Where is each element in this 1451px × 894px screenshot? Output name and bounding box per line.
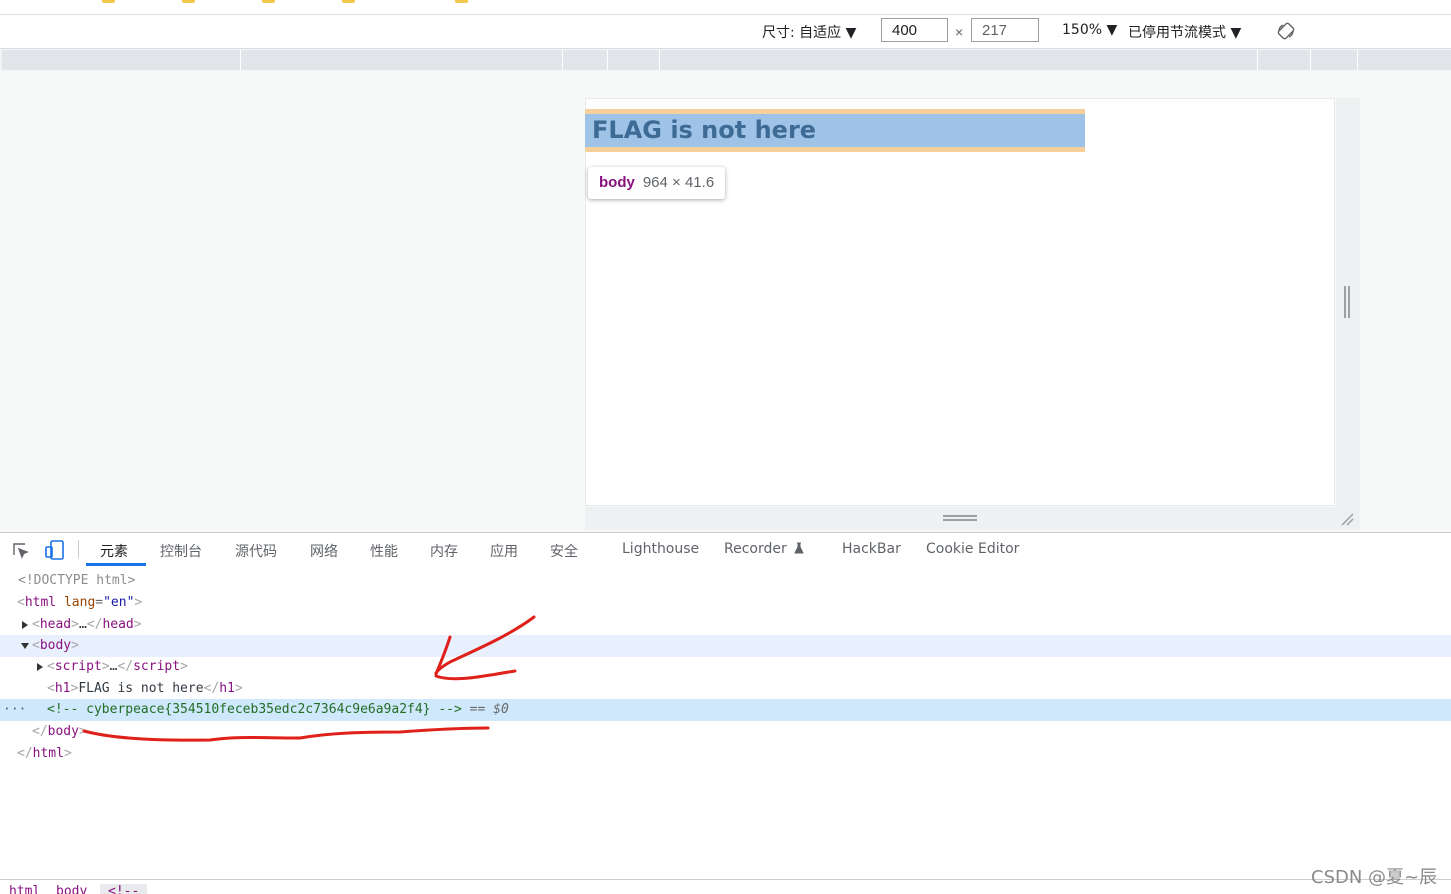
lang-attr: lang	[63, 595, 96, 610]
active-tab-indicator	[86, 563, 146, 566]
selected-marker: == $0	[469, 702, 509, 717]
flask-icon	[793, 542, 804, 554]
script-tag: script	[54, 659, 102, 674]
folder-icon[interactable]	[102, 0, 115, 3]
tab-memory[interactable]: 内存	[430, 541, 458, 561]
resize-handle-vertical[interactable]	[1344, 286, 1350, 318]
tab-performance[interactable]: 性能	[370, 541, 398, 561]
dimensions-dropdown[interactable]: 尺寸: 自适应 ▼	[762, 22, 856, 42]
doctype-text: <!DOCTYPE html>	[18, 573, 136, 588]
tab-console[interactable]: 控制台	[160, 541, 202, 561]
elements-panel: <!DOCTYPE html> <html lang="en"> <head>……	[0, 567, 1451, 879]
tab-application[interactable]: 应用	[490, 541, 518, 561]
tab-security[interactable]: 安全	[550, 541, 578, 561]
folder-icon[interactable]	[262, 0, 275, 3]
dom-node-body[interactable]: <body>	[0, 635, 1451, 657]
h1-tag: h1	[54, 681, 71, 696]
more-options-icon[interactable]: ···	[3, 699, 26, 721]
devtools-tab-bar: 元素 控制台 源代码 网络 性能 内存 应用 安全 Lighthouse Rec…	[0, 532, 1451, 568]
watermark: CSDN @夏~辰	[1311, 867, 1438, 888]
tab-network[interactable]: 网络	[310, 541, 338, 561]
dom-node-script[interactable]: <script>…</script>	[0, 656, 1451, 678]
html-tag: html	[24, 595, 57, 610]
h1-text: FLAG is not here	[78, 681, 204, 696]
html-close-tag: html	[32, 746, 64, 761]
times-sign: ×	[955, 24, 964, 40]
rotate-icon[interactable]	[1276, 21, 1296, 41]
page-heading[interactable]: FLAG is not here	[592, 114, 816, 147]
device-toolbar: 尺寸: 自适应 ▼ 400 × 217 150% ▼ 已停用节流模式 ▼	[0, 15, 1451, 49]
expand-triangle-icon[interactable]	[37, 663, 43, 671]
inspect-element-icon[interactable]	[11, 541, 31, 561]
bookmark-bar	[0, 0, 1451, 15]
comment-text: <!-- cyberpeace{354510feceb35edc2c7364c9…	[47, 702, 462, 717]
body-tag: body	[39, 638, 72, 653]
dom-node-h1[interactable]: <h1>FLAG is not here</h1>	[0, 678, 1451, 700]
width-input[interactable]: 400	[881, 18, 948, 42]
head-tag: head	[39, 617, 72, 632]
body-close-tag: body	[47, 724, 79, 739]
dom-node-body-close[interactable]: </body>	[0, 721, 1451, 743]
folder-icon[interactable]	[342, 0, 355, 3]
throttle-dropdown[interactable]: 已停用节流模式 ▼	[1128, 22, 1241, 42]
folder-icon[interactable]	[455, 0, 468, 3]
tab-elements[interactable]: 元素	[100, 541, 128, 561]
dom-node-comment[interactable]: ··· <!-- cyberpeace{354510feceb35edc2c736…	[0, 699, 1451, 721]
resize-handle-horizontal[interactable]	[943, 515, 977, 521]
collapse-triangle-icon[interactable]	[21, 643, 29, 649]
dom-node-doctype[interactable]: <!DOCTYPE html>	[0, 570, 1451, 592]
expand-triangle-icon[interactable]	[22, 621, 28, 629]
lang-value: "en"	[103, 595, 135, 610]
inspect-tooltip: body 964 × 41.6	[588, 167, 726, 199]
folder-icon[interactable]	[182, 0, 195, 3]
script-close-tag: script	[133, 659, 181, 674]
tab-hackbar[interactable]: HackBar	[842, 541, 901, 557]
collapsed-ellipsis: …	[78, 617, 87, 632]
h1-close-tag: h1	[219, 681, 235, 696]
tab-recorder-label: Recorder	[724, 541, 787, 557]
zoom-dropdown[interactable]: 150% ▼	[1062, 22, 1117, 38]
tooltip-dimensions: 964 × 41.6	[642, 174, 715, 191]
height-input[interactable]: 217	[971, 18, 1039, 42]
dom-node-html-close[interactable]: </html>	[0, 743, 1451, 765]
tab-sources[interactable]: 源代码	[235, 541, 277, 561]
tab-cookie-editor[interactable]: Cookie Editor	[926, 541, 1019, 557]
dom-node-head[interactable]: <head>…</head>	[0, 614, 1451, 636]
breadcrumb: html body <!--	[0, 879, 1451, 894]
tooltip-tag: body	[599, 174, 635, 191]
dom-node-html[interactable]: <html lang="en">	[0, 592, 1451, 614]
device-toggle-icon[interactable]	[44, 539, 66, 561]
resize-corner-icon[interactable]	[1339, 511, 1355, 527]
media-query-ruler[interactable]	[2, 50, 1451, 70]
tab-lighthouse[interactable]: Lighthouse	[622, 541, 699, 557]
toolbar-divider	[78, 540, 79, 558]
emulated-page[interactable]	[585, 98, 1335, 506]
head-close-tag: head	[102, 617, 134, 632]
tab-recorder[interactable]: Recorder	[724, 541, 805, 557]
